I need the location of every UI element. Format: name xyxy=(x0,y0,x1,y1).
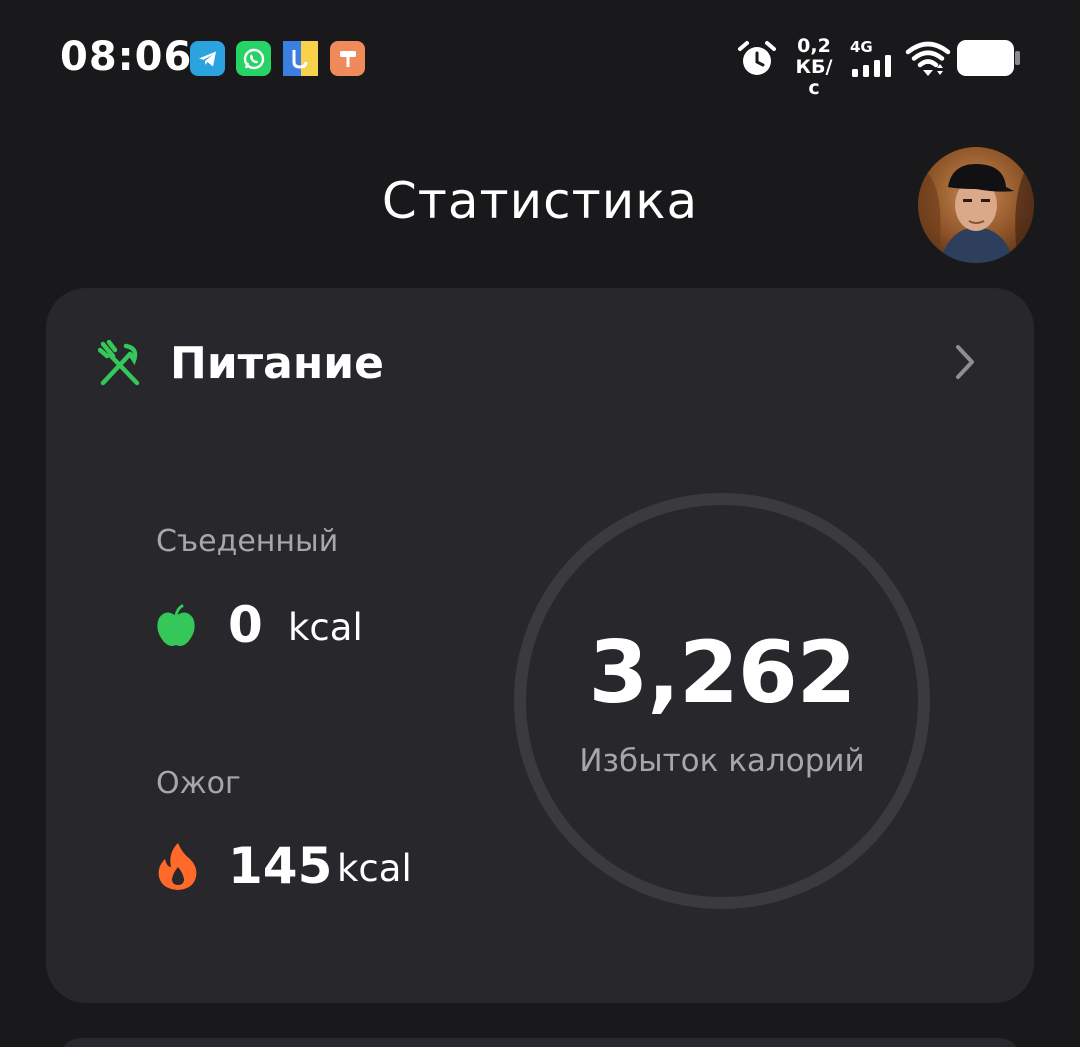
burned-unit: kcal xyxy=(337,847,412,890)
battery-icon xyxy=(957,40,1021,80)
chevron-right-icon[interactable] xyxy=(952,343,978,385)
calorie-surplus-label: Избыток калорий xyxy=(579,743,865,779)
telegram-icon xyxy=(190,41,225,76)
apple-icon xyxy=(156,604,196,652)
next-card[interactable] xyxy=(60,1038,1020,1047)
whatsapp-icon xyxy=(236,41,271,76)
fork-knife-icon xyxy=(97,339,142,390)
eaten-value: 0 xyxy=(228,596,263,654)
burned-label: Ожог xyxy=(156,766,241,801)
bank-app-icon xyxy=(283,41,318,76)
network-speed-unit: КБ/с xyxy=(795,56,833,99)
cellular-signal-icon xyxy=(852,55,894,81)
nutrition-card-header[interactable]: Питание xyxy=(46,288,1034,438)
user-avatar[interactable] xyxy=(918,147,1034,263)
network-type-label: 4G xyxy=(850,38,873,56)
eaten-unit: kcal xyxy=(288,606,363,649)
paint-roller-app-icon xyxy=(330,41,365,76)
nutrition-card-title: Питание xyxy=(170,338,384,389)
calorie-surplus-value: 3,262 xyxy=(588,623,856,723)
eaten-label: Съеденный xyxy=(156,524,339,559)
network-speed: 0,2 КБ/с xyxy=(790,36,838,99)
wifi-icon xyxy=(905,40,951,82)
statistics-screen: 08:06 0,2 КБ/с 4G Статистика Питание Съе… xyxy=(0,0,1080,1047)
nutrition-card[interactable]: Питание Съеденный 0 kcal Ожог 145 kcal 3… xyxy=(46,288,1034,1003)
burned-value: 145 xyxy=(228,837,333,895)
flame-icon xyxy=(156,841,200,895)
network-speed-value: 0,2 xyxy=(797,35,831,57)
status-bar: 08:06 0,2 КБ/с 4G xyxy=(0,0,1080,116)
alarm-clock-icon xyxy=(737,40,777,82)
status-time: 08:06 xyxy=(60,34,193,80)
